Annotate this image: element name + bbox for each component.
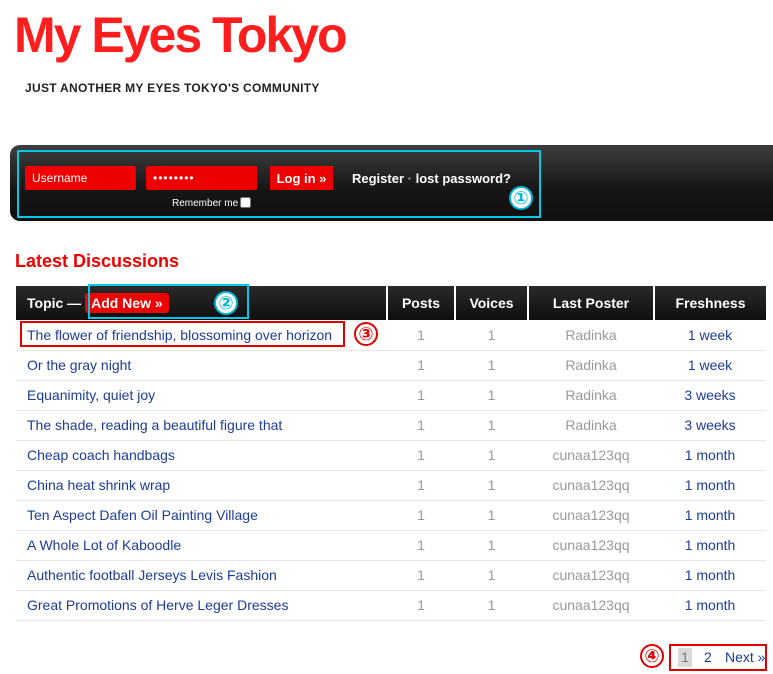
- topic-link[interactable]: Authentic football Jerseys Levis Fashion: [27, 567, 277, 583]
- voices-cell: 1: [455, 350, 528, 381]
- freshness-link[interactable]: 1 month: [685, 567, 736, 583]
- voices-cell: 1: [455, 530, 528, 561]
- site-logo[interactable]: My Eyes Tokyo: [14, 10, 348, 60]
- table-row: A Whole Lot of Kaboodle 1 1 cunaa123qq 1 mon…: [16, 530, 766, 561]
- annotation-marker-1: ①: [509, 186, 533, 210]
- voices-cell: 1: [455, 470, 528, 501]
- last-poster-cell[interactable]: Radinka: [528, 350, 654, 381]
- topic-cell: The shade, reading a beautiful figure th…: [16, 410, 387, 441]
- column-voices[interactable]: Voices: [455, 286, 529, 320]
- topic-link[interactable]: Cheap coach handbags: [27, 447, 175, 463]
- next-page-link[interactable]: Next »: [725, 649, 765, 665]
- posts-cell: 1: [387, 380, 455, 411]
- topic-link[interactable]: Or the gray night: [27, 357, 131, 373]
- topic-link[interactable]: Equanimity, quiet joy: [27, 387, 155, 403]
- annotation-marker-2: ②: [214, 291, 238, 315]
- freshness-link[interactable]: 1 week: [688, 357, 732, 373]
- page-current: 1: [678, 648, 692, 667]
- topic-cell: China heat shrink wrap: [16, 470, 387, 501]
- posts-cell: 1: [387, 530, 455, 561]
- table-row: Equanimity, quiet joy 1 1 Radinka 3 weeks: [16, 380, 766, 411]
- annotation-marker-4: ④: [640, 644, 664, 668]
- freshness-cell: 1 month: [654, 500, 766, 531]
- last-poster-cell[interactable]: Radinka: [528, 410, 654, 441]
- posts-cell: 1: [387, 440, 455, 471]
- column-freshness[interactable]: Freshness: [654, 286, 766, 320]
- posts-cell: 1: [387, 410, 455, 441]
- topic-cell: Great Promotions of Herve Leger Dresses: [16, 590, 387, 621]
- last-poster-cell[interactable]: cunaa123qq: [528, 440, 654, 471]
- freshness-link[interactable]: 1 month: [685, 447, 736, 463]
- topic-cell: Or the gray night: [16, 350, 387, 381]
- posts-cell: 1: [387, 320, 455, 351]
- last-poster-cell[interactable]: cunaa123qq: [528, 470, 654, 501]
- latest-discussions-title: Latest Discussions: [15, 251, 180, 271]
- posts-cell: 1: [387, 500, 455, 531]
- topic-link[interactable]: Ten Aspect Dafen Oil Painting Village: [27, 507, 258, 523]
- pagination: 1 2 Next »: [669, 644, 767, 671]
- freshness-cell: 1 month: [654, 440, 766, 471]
- freshness-cell: 1 week: [654, 320, 766, 351]
- freshness-link[interactable]: 3 weeks: [684, 417, 735, 433]
- voices-cell: 1: [455, 410, 528, 441]
- voices-cell: 1: [455, 590, 528, 621]
- topic-cell: Authentic football Jerseys Levis Fashion: [16, 560, 387, 591]
- table-row: Or the gray night 1 1 Radinka 1 week: [16, 350, 766, 381]
- table-row: The shade, reading a beautiful figure th…: [16, 410, 766, 441]
- last-poster-cell[interactable]: cunaa123qq: [528, 500, 654, 531]
- last-poster-cell[interactable]: cunaa123qq: [528, 590, 654, 621]
- topic-link[interactable]: The shade, reading a beautiful figure th…: [27, 417, 282, 433]
- freshness-cell: 3 weeks: [654, 410, 766, 441]
- topic-cell: A Whole Lot of Kaboodle: [16, 530, 387, 561]
- freshness-link[interactable]: 3 weeks: [684, 387, 735, 403]
- voices-cell: 1: [455, 500, 528, 531]
- table-row: China heat shrink wrap 1 1 cunaa123qq 1 mont…: [16, 470, 766, 501]
- voices-cell: 1: [455, 380, 528, 411]
- freshness-cell: 1 week: [654, 350, 766, 381]
- freshness-link[interactable]: 1 month: [685, 477, 736, 493]
- last-poster-cell[interactable]: cunaa123qq: [528, 530, 654, 561]
- posts-cell: 1: [387, 470, 455, 501]
- column-topic-label: Topic —: [27, 295, 82, 311]
- table-row: Great Promotions of Herve Leger Dresses 1…: [16, 590, 766, 621]
- freshness-cell: 1 month: [654, 560, 766, 591]
- site-tagline: JUST ANOTHER MY EYES TOKYO'S COMMUNITY: [25, 81, 320, 95]
- column-posts[interactable]: Posts: [387, 286, 456, 320]
- freshness-link[interactable]: 1 month: [685, 507, 736, 523]
- table-row: Authentic football Jerseys Levis Fashion…: [16, 560, 766, 591]
- annotation-box-3: [20, 321, 345, 347]
- freshness-link[interactable]: 1 week: [688, 327, 732, 343]
- posts-cell: 1: [387, 590, 455, 621]
- last-poster-cell[interactable]: Radinka: [528, 320, 654, 351]
- freshness-cell: 1 month: [654, 470, 766, 501]
- annotation-box-1: [17, 150, 541, 218]
- table-row: Ten Aspect Dafen Oil Painting Village 1 1 c…: [16, 500, 766, 531]
- posts-cell: 1: [387, 560, 455, 591]
- freshness-cell: 1 month: [654, 530, 766, 561]
- voices-cell: 1: [455, 560, 528, 591]
- annotation-marker-3: ③: [354, 322, 378, 346]
- topic-link[interactable]: A Whole Lot of Kaboodle: [27, 537, 181, 553]
- topic-cell: Cheap coach handbags: [16, 440, 387, 471]
- table-row: Cheap coach handbags 1 1 cunaa123qq 1 month: [16, 440, 766, 471]
- posts-cell: 1: [387, 350, 455, 381]
- topic-link[interactable]: Great Promotions of Herve Leger Dresses: [27, 597, 288, 613]
- freshness-cell: 1 month: [654, 590, 766, 621]
- column-last-poster[interactable]: Last Poster: [528, 286, 655, 320]
- topic-link[interactable]: China heat shrink wrap: [27, 477, 170, 493]
- page-2-link[interactable]: 2: [704, 649, 712, 665]
- topic-cell: Ten Aspect Dafen Oil Painting Village: [16, 500, 387, 531]
- topic-cell: Equanimity, quiet joy: [16, 380, 387, 411]
- last-poster-cell[interactable]: cunaa123qq: [528, 560, 654, 591]
- last-poster-cell[interactable]: Radinka: [528, 380, 654, 411]
- freshness-link[interactable]: 1 month: [685, 597, 736, 613]
- freshness-link[interactable]: 1 month: [685, 537, 736, 553]
- freshness-cell: 3 weeks: [654, 380, 766, 411]
- voices-cell: 1: [455, 320, 528, 351]
- voices-cell: 1: [455, 440, 528, 471]
